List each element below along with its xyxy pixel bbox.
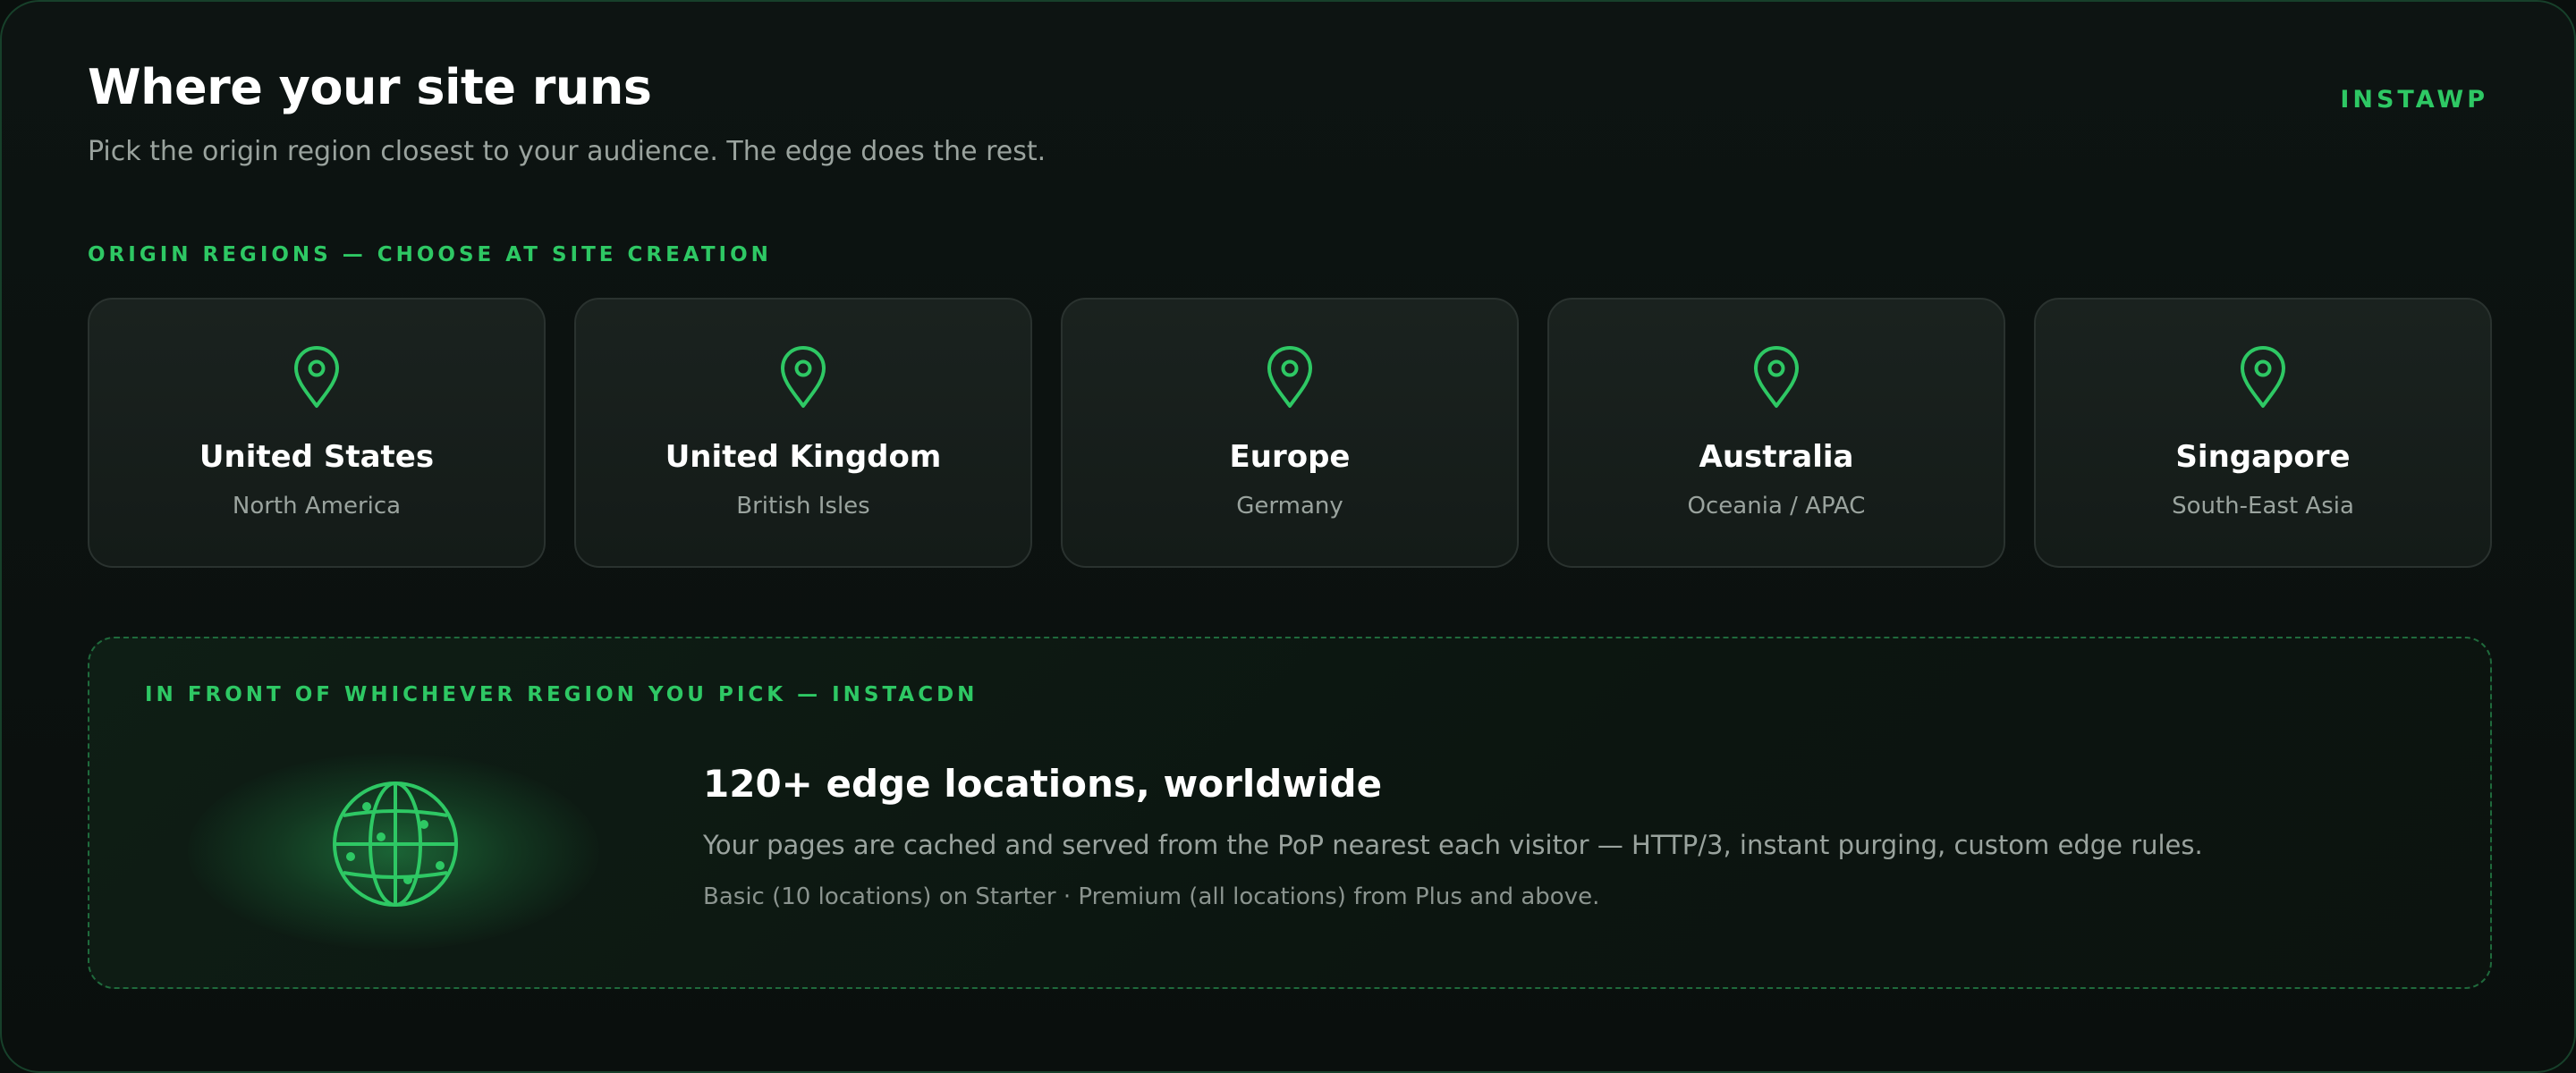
region-name: Europe: [1229, 439, 1351, 475]
globe-icon: [333, 782, 458, 907]
map-pin-icon: [294, 346, 339, 408]
origin-regions-list: United States North America United Kingd…: [88, 298, 2492, 568]
region-card-united-states[interactable]: United States North America: [88, 298, 546, 568]
map-pin-icon: [1267, 346, 1312, 408]
region-card-singapore[interactable]: Singapore South-East Asia: [2034, 298, 2492, 568]
region-name: United States: [199, 439, 435, 475]
cdn-plan-note: Basic (10 locations) on Starter · Premiu…: [703, 883, 1600, 910]
region-name: United Kingdom: [665, 439, 942, 475]
page-subtitle: Pick the origin region closest to your a…: [88, 136, 1046, 167]
region-subtitle: Germany: [1236, 493, 1343, 520]
map-pin-icon: [1754, 346, 1799, 408]
region-subtitle: South-East Asia: [2172, 493, 2354, 520]
region-card-europe[interactable]: Europe Germany: [1061, 298, 1519, 568]
region-subtitle: North America: [232, 493, 402, 520]
region-card-australia[interactable]: Australia Oceania / APAC: [1547, 298, 2005, 568]
map-pin-icon: [781, 346, 826, 408]
region-subtitle: British Isles: [736, 493, 870, 520]
region-name: Australia: [1699, 439, 1854, 475]
regions-panel: Where your site runs Pick the origin reg…: [0, 0, 2576, 1073]
instacdn-label: IN FRONT OF WHICHEVER REGION YOU PICK — …: [145, 683, 979, 706]
page-title: Where your site runs: [88, 59, 652, 115]
map-pin-icon: [2241, 346, 2285, 408]
cdn-description: Your pages are cached and served from th…: [703, 830, 2203, 860]
region-subtitle: Oceania / APAC: [1687, 493, 1866, 520]
instacdn-box: IN FRONT OF WHICHEVER REGION YOU PICK — …: [88, 637, 2492, 989]
cdn-heading: 120+ edge locations, worldwide: [703, 762, 1383, 806]
origin-regions-label: ORIGIN REGIONS — CHOOSE AT SITE CREATION: [88, 243, 772, 266]
region-name: Singapore: [2175, 439, 2351, 475]
brand-logo-text: INSTAWP: [2340, 86, 2488, 114]
region-card-united-kingdom[interactable]: United Kingdom British Isles: [574, 298, 1032, 568]
